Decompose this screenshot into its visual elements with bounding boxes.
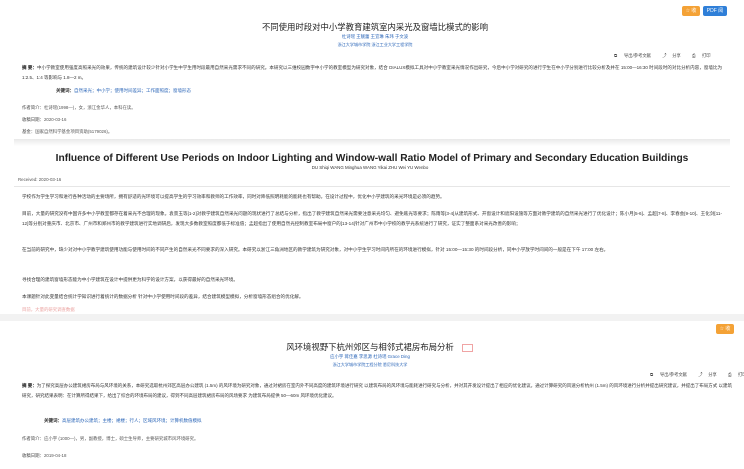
favorite-button[interactable]: ☆ 收藏: [716, 324, 734, 342]
english-authors: DU Shiqi WANG Minghua WANG Yikai ZHU Wei…: [311, 165, 429, 170]
favorite-button[interactable]: ☆ 收藏: [682, 6, 700, 24]
article-title: 不同使用时段对中小学教育建筑室内采光及窗墙比模式的影响: [261, 22, 489, 32]
body-paragraph: 目前，大量的研究没有中国许多中小学教室都存在着采光不合理的现象。袁景玉等[1-2…: [22, 211, 722, 226]
author-info: 作者简介：杜诗瑶(1998—)，女，浙江金华人，本科在读。: [22, 105, 136, 111]
received-label: 收稿日期：: [22, 453, 44, 458]
export-icon: ⧉: [614, 53, 618, 59]
print-icon: ⎙: [691, 53, 696, 59]
keyword-links[interactable]: 高层建筑办公建筑；主楼；裙楼；行人；区域风环境；计算机数值模拟: [62, 418, 202, 423]
article-actions: ⧉导出/参考文献 ⤴分享 ⎙打印: [640, 372, 744, 378]
author-list[interactable]: 杜诗瑶 王靓蕾 王宜琳 朱玮 于文波: [200, 34, 550, 40]
received-value: 2020-03-16: [43, 117, 67, 122]
share-icon: ⤴: [698, 372, 703, 378]
author-info: 作者简介：应小宇 (1000—)，男，副教授，博士，硕士生导师，主要研究城市风环…: [22, 436, 198, 442]
keywords: 关键词：高层建筑办公建筑；主楼；裙楼；行人；区域风环境；计算机数值模拟: [44, 418, 644, 424]
body-paragraph: 本课题针对此变量结合统计学知识进行着统计的数据分析 针对中小学使用时间段的差异，…: [22, 294, 304, 299]
divider-line: [14, 186, 730, 187]
share-icon: ⤴: [662, 53, 667, 59]
keywords-label: 关键词：: [56, 88, 74, 93]
export-link[interactable]: ⧉ 导出/参考文献: [609, 53, 651, 58]
export-icon: ⧉: [650, 372, 654, 378]
author-list[interactable]: 应小宇 蒋佳嘉 李思源 杜诗瑶 Grace Ding: [200, 354, 540, 360]
print-icon: ⎙: [727, 372, 732, 378]
page-gap: [0, 314, 744, 321]
section-divider: [14, 139, 730, 146]
article-title: 风环境视野下杭州郊区与相邻式裙房布局分析: [286, 342, 454, 352]
share-link[interactable]: ⤴ 分享: [657, 53, 681, 58]
author-info-label: 作者简介：: [22, 436, 44, 441]
keywords-label: 关键词：: [44, 418, 62, 423]
abstract-label: 摘 要：: [22, 65, 37, 70]
received-label: 收稿日期：: [22, 117, 44, 122]
abstract-text: 中小学教室使用强度高照采光的效果，传统的建筑设计较少针对小学生中学生用时段最用自…: [22, 65, 723, 80]
fund-value: 国家自然科学基金项目资助(5179026)。: [35, 129, 113, 134]
received-date: 收稿日期：2020-03-16: [22, 117, 66, 123]
received-date: 收稿日期：2019-04-18: [22, 453, 66, 459]
author-info-text: 杜诗瑶(1998—)，女，浙江金华人，本科在读。: [43, 105, 136, 110]
abstract-label: 摘 要：: [22, 383, 37, 388]
author-info-label: 作者简介：: [22, 105, 44, 110]
cover-icon[interactable]: [462, 344, 473, 352]
print-link[interactable]: ⎙打印: [687, 53, 711, 58]
print-link[interactable]: ⎙打印: [723, 372, 744, 377]
abstract: 摘 要：为了探究高层办公建筑裙房布局与风环境的关系，本研究选取杭州郊区高层办公建…: [22, 381, 732, 410]
affiliation[interactable]: 浙江大学城市学院工程分院 悉尼科技大学: [200, 362, 540, 368]
keyword-links[interactable]: 自然采光；中小学；使用时间差异；工作面照度；窗墙形态: [74, 88, 191, 93]
affiliation[interactable]: 浙江大学城市学院 浙江工业大学工程学院: [200, 42, 550, 48]
truncated-line: 目前，大量的研究调查数据: [22, 307, 75, 312]
received-value: 2019-04-18: [43, 453, 67, 458]
fund-label: 基金：: [22, 129, 36, 134]
english-received: Received: 2020-03-16: [18, 177, 62, 182]
keywords: 关键词：自然采光；中小学；使用时间差异；工作面照度；窗墙形态: [56, 88, 656, 94]
article-actions: ⧉导出/参考文献 ⤴分享 ⎙打印: [604, 53, 711, 59]
english-title: Influence of Different Use Periods on In…: [55, 153, 689, 164]
body-paragraph: 寻找合理的建筑窗墙形态能为中小学建筑在设计中提供更为科学的设计方案，以获得最好的…: [22, 277, 238, 282]
abstract-text: 为了探究高层办公建筑裙房布局与风环境的关系，本研究选取杭州郊区高层办公建筑 (1…: [22, 383, 732, 398]
body-paragraph: 学校作为学生学习和进行各种活动的主要场所，拥有舒适的光环境可以提高学生的学习效率…: [22, 194, 445, 199]
author-info-text: 应小宇 (1000—)，男，副教授，博士，硕士生导师，主要研究城市风环境研究。: [43, 436, 199, 441]
export-link[interactable]: ⧉ 导出/参考文献: [645, 372, 687, 377]
abstract: 摘 要：中小学教室使用强度高照采光的效果，传统的建筑设计较少针对小学生中学生用时…: [22, 63, 722, 82]
body-paragraph: 在当前的研究中，缺少对对中小学教学建筑使用功能与使用时间的不同产生的自然采光不同…: [22, 247, 609, 252]
pdf-button[interactable]: PDF 阅读: [703, 6, 727, 24]
fund-info: 基金：国家自然科学基金项目资助(5179026)。: [22, 129, 112, 135]
share-link[interactable]: ⤴ 分享: [693, 372, 717, 377]
